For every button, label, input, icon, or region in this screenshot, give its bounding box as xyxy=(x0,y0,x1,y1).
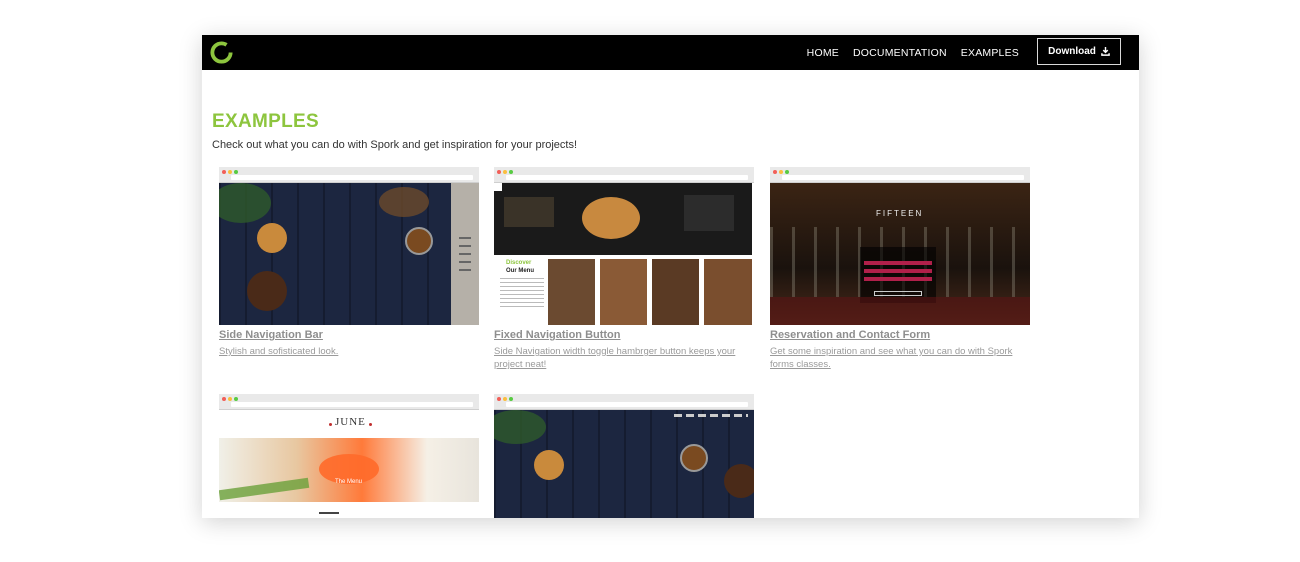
download-button[interactable]: Download xyxy=(1037,38,1121,65)
main-content: EXAMPLES Check out what you can do with … xyxy=(212,70,1139,518)
download-icon xyxy=(1101,47,1110,56)
cookie-shape xyxy=(534,450,564,480)
example-title[interactable]: Fixed Navigation Button xyxy=(494,329,754,341)
side-nav-panel xyxy=(451,183,479,325)
example-description[interactable]: Stylish and sofisticated look. xyxy=(219,345,479,358)
page-background: HOME DOCUMENTATION EXAMPLES Download EXA… xyxy=(0,0,1300,562)
example-card-side-navigation[interactable]: Side Navigation Bar Stylish and sofistic… xyxy=(219,167,479,358)
example-card-reservation-form[interactable]: FIFTEEN Reservation and Contact Form Get… xyxy=(770,167,1030,371)
example-thumbnail[interactable] xyxy=(494,394,754,518)
example-thumbnail[interactable]: JUNE The Menu xyxy=(219,394,479,518)
browser-window: HOME DOCUMENTATION EXAMPLES Download EXA… xyxy=(202,35,1139,518)
browser-chrome xyxy=(219,394,479,410)
thumb-the-menu-text: The Menu xyxy=(335,479,363,485)
thumb-fifteen-text: FIFTEEN xyxy=(876,209,924,218)
browser-chrome xyxy=(219,167,479,183)
bread-shape xyxy=(582,197,640,239)
cookie-shape xyxy=(257,223,287,253)
thumb-menu-text: Our Menu xyxy=(506,268,534,274)
example-thumbnail[interactable] xyxy=(219,167,479,325)
example-card-fixed-navigation[interactable]: Discover Our Menu Fixed Navigation Butto… xyxy=(494,167,754,371)
example-thumbnail[interactable]: FIFTEEN xyxy=(770,167,1030,325)
nav-links: HOME DOCUMENTATION EXAMPLES xyxy=(807,35,1019,70)
nav-home-link[interactable]: HOME xyxy=(807,47,839,59)
download-label: Download xyxy=(1048,46,1096,57)
hamburger-icon xyxy=(494,183,502,191)
thumb-june-text: JUNE xyxy=(335,416,366,428)
page-subtitle: Check out what you can do with Spork and… xyxy=(212,139,578,151)
example-title[interactable]: Side Navigation Bar xyxy=(219,329,479,341)
browser-chrome xyxy=(494,167,754,183)
example-title[interactable]: Reservation and Contact Form xyxy=(770,329,1030,341)
example-card-june[interactable]: JUNE The Menu xyxy=(219,394,479,518)
nav-documentation-link[interactable]: DOCUMENTATION xyxy=(853,47,947,59)
thumb-discover-text: Discover xyxy=(506,260,532,266)
browser-chrome xyxy=(770,167,1030,183)
top-navbar: HOME DOCUMENTATION EXAMPLES Download xyxy=(202,35,1139,70)
example-description[interactable]: Side Navigation width toggle hambrger bu… xyxy=(494,345,754,371)
teapot-shape xyxy=(405,227,433,255)
spork-logo-icon[interactable] xyxy=(209,40,234,65)
thumb-top-nav xyxy=(674,414,748,417)
browser-chrome xyxy=(494,394,754,410)
example-card-dark[interactable] xyxy=(494,394,754,518)
teapot-shape xyxy=(680,444,708,472)
example-thumbnail[interactable]: Discover Our Menu xyxy=(494,167,754,325)
page-title: EXAMPLES xyxy=(212,111,319,132)
example-description[interactable]: Get some inspiration and see what you ca… xyxy=(770,345,1030,371)
nav-examples-link[interactable]: EXAMPLES xyxy=(961,47,1019,59)
